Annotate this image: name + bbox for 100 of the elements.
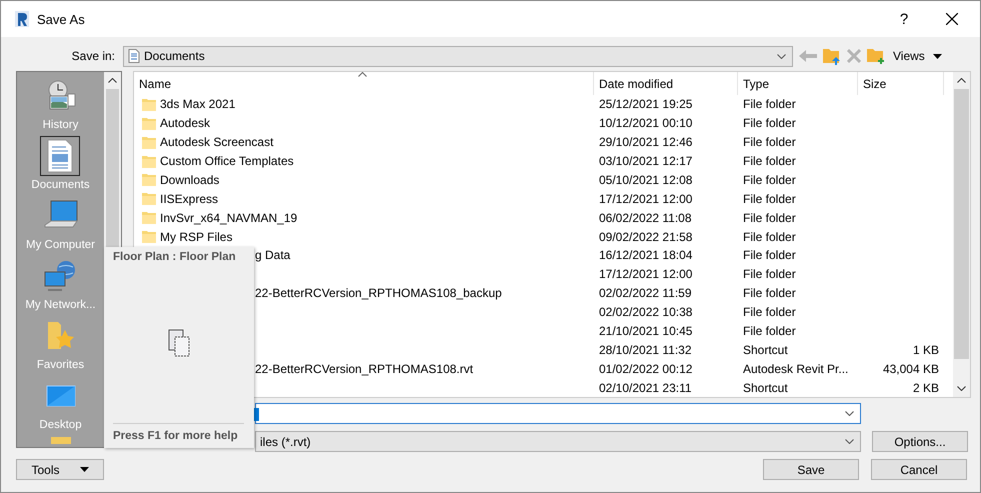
date-cell-text: 02/10/2021 23:11 xyxy=(598,380,693,395)
date-cell-text: 02/02/2022 10:38 xyxy=(598,305,694,320)
folder-icon xyxy=(142,154,156,168)
type-cell-text: File folder xyxy=(742,305,797,320)
file-row[interactable]: Downloads 05/10/2021 12:08 File folder xyxy=(134,170,953,190)
file-name: g Data xyxy=(255,248,290,262)
copy-icon xyxy=(168,329,190,357)
type-cell-text: File folder xyxy=(742,154,797,168)
file-row[interactable]: Autodesk 10/12/2021 00:10 File folder xyxy=(134,114,953,133)
views-button[interactable]: Views xyxy=(893,49,942,63)
file-row[interactable]: InvSvr_x64_NAVMAN_19 06/02/2022 11:08 File folder xyxy=(134,208,953,228)
type-cell-text: File folder xyxy=(742,210,797,225)
place-label: My Network... xyxy=(25,299,96,311)
folder-icon xyxy=(142,211,156,224)
date-cell-text: 21/10/2021 10:45 xyxy=(598,324,694,338)
location-dropdown[interactable]: Documents xyxy=(123,46,793,66)
date-cell-text: 09/02/2022 21:58 xyxy=(598,230,694,244)
date-cell-text: 02/02/2022 11:59 xyxy=(598,286,693,300)
date-cell-text: 01/02/2022 00:12 xyxy=(598,362,694,376)
file-name: Autodesk Screencast xyxy=(160,135,274,150)
app-logo-icon xyxy=(15,11,29,27)
caret-icon xyxy=(80,467,88,472)
new-folder-button[interactable] xyxy=(867,48,885,64)
file-row[interactable]: My RSP Files 09/02/2022 21:58 File folder xyxy=(134,227,953,246)
date-cell-text: 03/10/2021 12:17 xyxy=(598,154,694,168)
file-name: 3ds Max 2021 xyxy=(160,97,236,112)
date-cell-text: 17/12/2021 12:00 xyxy=(598,267,694,282)
size-cell-text: 1 KB xyxy=(912,342,940,357)
document-icon xyxy=(46,139,74,173)
date-cell-text: 05/10/2021 12:08 xyxy=(598,172,694,187)
column-header[interactable]: Date modified xyxy=(594,72,738,95)
column-header[interactable]: Size xyxy=(858,72,944,95)
left-arrow-icon xyxy=(799,50,817,62)
tooltip-title: Floor Plan : Floor Plan xyxy=(113,251,237,263)
type-cell-text: File folder xyxy=(742,248,797,262)
help-button[interactable]: ? xyxy=(884,4,924,34)
date-cell-text: 29/10/2021 12:46 xyxy=(598,135,694,150)
scrollbar[interactable] xyxy=(953,72,970,397)
date-cell-text: 10/12/2021 00:10 xyxy=(598,116,694,130)
date-cell-text: 25/12/2021 19:25 xyxy=(598,97,694,112)
save-in-label: Save in: xyxy=(70,49,116,63)
chevron-down-icon xyxy=(845,411,854,416)
type-cell-text: File folder xyxy=(742,267,797,282)
file-name: Downloads xyxy=(160,172,220,187)
up-folder-button[interactable] xyxy=(823,48,841,64)
file-row[interactable]: IISExpress 17/12/2021 12:00 File folder xyxy=(134,189,953,208)
type-cell-text: File folder xyxy=(742,116,797,130)
place-label: Documents xyxy=(31,179,90,191)
folder-icon xyxy=(142,98,156,111)
type-cell-text: Autodesk Revit Pr... xyxy=(742,362,850,376)
file-name: My RSP Files xyxy=(160,230,232,244)
file-row[interactable]: Custom Office Templates 03/10/2021 12:17 File folder xyxy=(134,152,953,170)
save-button[interactable]: Save xyxy=(763,459,859,480)
file-name: 22-BetterRCVersion_RPTHOMAS108_backup xyxy=(255,286,502,300)
file-name: InvSvr_x64_NAVMAN_19 xyxy=(160,210,298,225)
desktop-icon xyxy=(46,383,76,409)
back-button[interactable] xyxy=(799,50,817,62)
place-label: Desktop xyxy=(39,419,82,431)
date-cell-text: 28/10/2021 11:32 xyxy=(598,342,693,357)
file-name: 22-BetterRCVersion_RPTHOMAS108.rvt xyxy=(255,362,474,376)
type-cell-text: File folder xyxy=(742,97,797,112)
tools-button[interactable]: Tools xyxy=(16,459,104,480)
caret-icon xyxy=(932,54,942,58)
file-name: Autodesk xyxy=(160,116,210,130)
delete-button[interactable] xyxy=(847,49,861,63)
column-header[interactable]: Type xyxy=(738,72,858,95)
document-icon xyxy=(128,49,140,63)
type-cell-text: Shortcut xyxy=(742,342,789,357)
cancel-button[interactable]: Cancel xyxy=(871,459,967,480)
size-cell-text: 2 KB xyxy=(912,380,940,395)
folder-plus-icon xyxy=(867,48,885,64)
file-row[interactable]: Autodesk Screencast 29/10/2021 12:46 File folder xyxy=(134,132,953,152)
type-cell-text: File folder xyxy=(742,172,797,187)
type-cell-text: File folder xyxy=(742,324,797,338)
options-button[interactable]: Options... xyxy=(872,431,968,452)
type-cell-text: File folder xyxy=(742,286,797,300)
chevron-down-icon xyxy=(777,54,786,58)
folder-icon xyxy=(142,230,156,244)
place-item[interactable] xyxy=(40,136,80,176)
close-icon xyxy=(946,13,958,25)
date-cell-text: 06/02/2022 11:08 xyxy=(598,210,693,225)
type-cell-text: File folder xyxy=(742,135,797,150)
place-label: My Computer xyxy=(26,239,96,251)
folder-icon xyxy=(50,436,70,444)
folder-icon xyxy=(142,136,156,149)
column-header[interactable]: Name xyxy=(134,72,594,95)
file-type-dropdown[interactable]: iles (*.rvt) xyxy=(255,431,861,452)
folder-up-icon xyxy=(823,48,841,64)
file-row[interactable]: 3ds Max 2021 25/12/2021 19:25 File folder xyxy=(134,95,953,114)
date-cell-text: 17/12/2021 12:00 xyxy=(598,192,694,206)
file-name-field[interactable] xyxy=(255,403,861,424)
tooltip-help: Press F1 for more help xyxy=(113,423,244,442)
window-title: Save As xyxy=(37,12,86,26)
folder-icon xyxy=(142,173,156,186)
file-name: Custom Office Templates xyxy=(160,154,294,168)
place-label: Favorites xyxy=(36,359,84,371)
close-icon xyxy=(847,49,861,63)
size-cell-text: 43,004 KB xyxy=(882,362,940,376)
place-label: History xyxy=(42,119,78,131)
type-cell-text: Shortcut xyxy=(742,380,789,395)
